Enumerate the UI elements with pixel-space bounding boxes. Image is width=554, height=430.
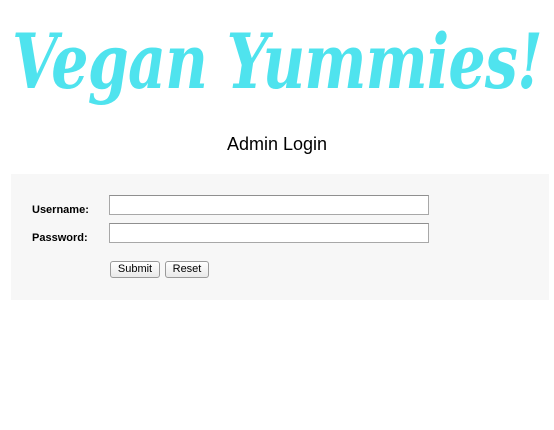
login-form: Username: Password: Submit Reset (11, 174, 549, 300)
site-logo: Vegan Yummies! (0, 0, 554, 120)
username-field[interactable] (109, 195, 429, 215)
reset-button[interactable]: Reset (165, 261, 209, 278)
logo-text: Vegan Yummies! (12, 17, 542, 106)
logo-svg: Vegan Yummies! (12, 17, 543, 106)
page-title: Admin Login (226, 134, 328, 154)
password-label: Password: (32, 232, 88, 244)
submit-button[interactable]: Submit (110, 261, 160, 278)
password-field[interactable] (109, 223, 429, 243)
admin-login-page: Vegan Yummies! Admin Login Username: Pas… (0, 0, 554, 430)
username-label: Username: (32, 204, 89, 216)
